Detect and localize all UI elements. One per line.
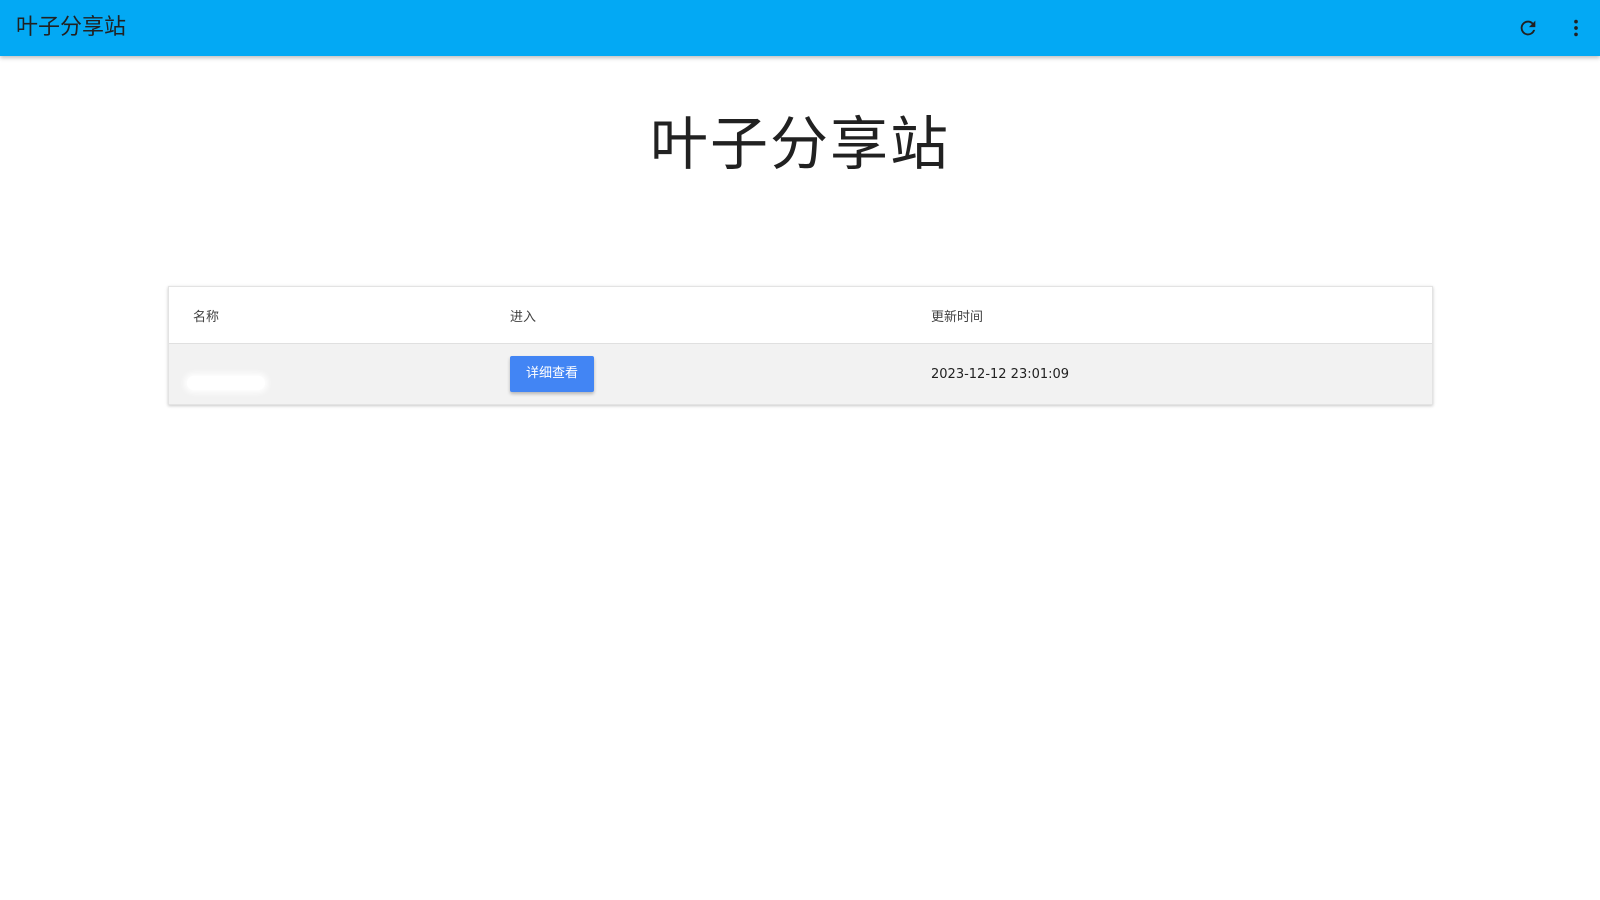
more-options-button[interactable] [1552, 4, 1600, 52]
table-row: 详细查看 2023-12-12 23:01:09 [169, 343, 1432, 404]
column-header-name: 名称 [169, 287, 510, 344]
column-header-updated: 更新时间 [931, 287, 1432, 344]
refresh-button[interactable] [1504, 4, 1552, 52]
table-header-row: 名称 进入 更新时间 [169, 287, 1432, 344]
row-enter-cell: 详细查看 [510, 343, 931, 404]
row-updated-cell: 2023-12-12 23:01:09 [931, 343, 1432, 404]
row-name-cell [169, 343, 510, 404]
share-table: 名称 进入 更新时间 详细查看 2023-12-12 23:01:09 [169, 287, 1432, 404]
view-details-button[interactable]: 详细查看 [510, 356, 595, 392]
row-name-redacted [187, 376, 265, 390]
refresh-icon [1520, 20, 1536, 36]
page-title: 叶子分享站 [649, 110, 950, 178]
share-table-card: 名称 进入 更新时间 详细查看 2023-12-12 23:01:09 [168, 286, 1433, 405]
app-title: 叶子分享站 [16, 15, 127, 40]
app-bar: 叶子分享站 [0, 0, 1600, 56]
more-vert-icon [1574, 19, 1578, 37]
app-bar-actions [1504, 0, 1600, 56]
column-header-enter: 进入 [510, 287, 931, 344]
